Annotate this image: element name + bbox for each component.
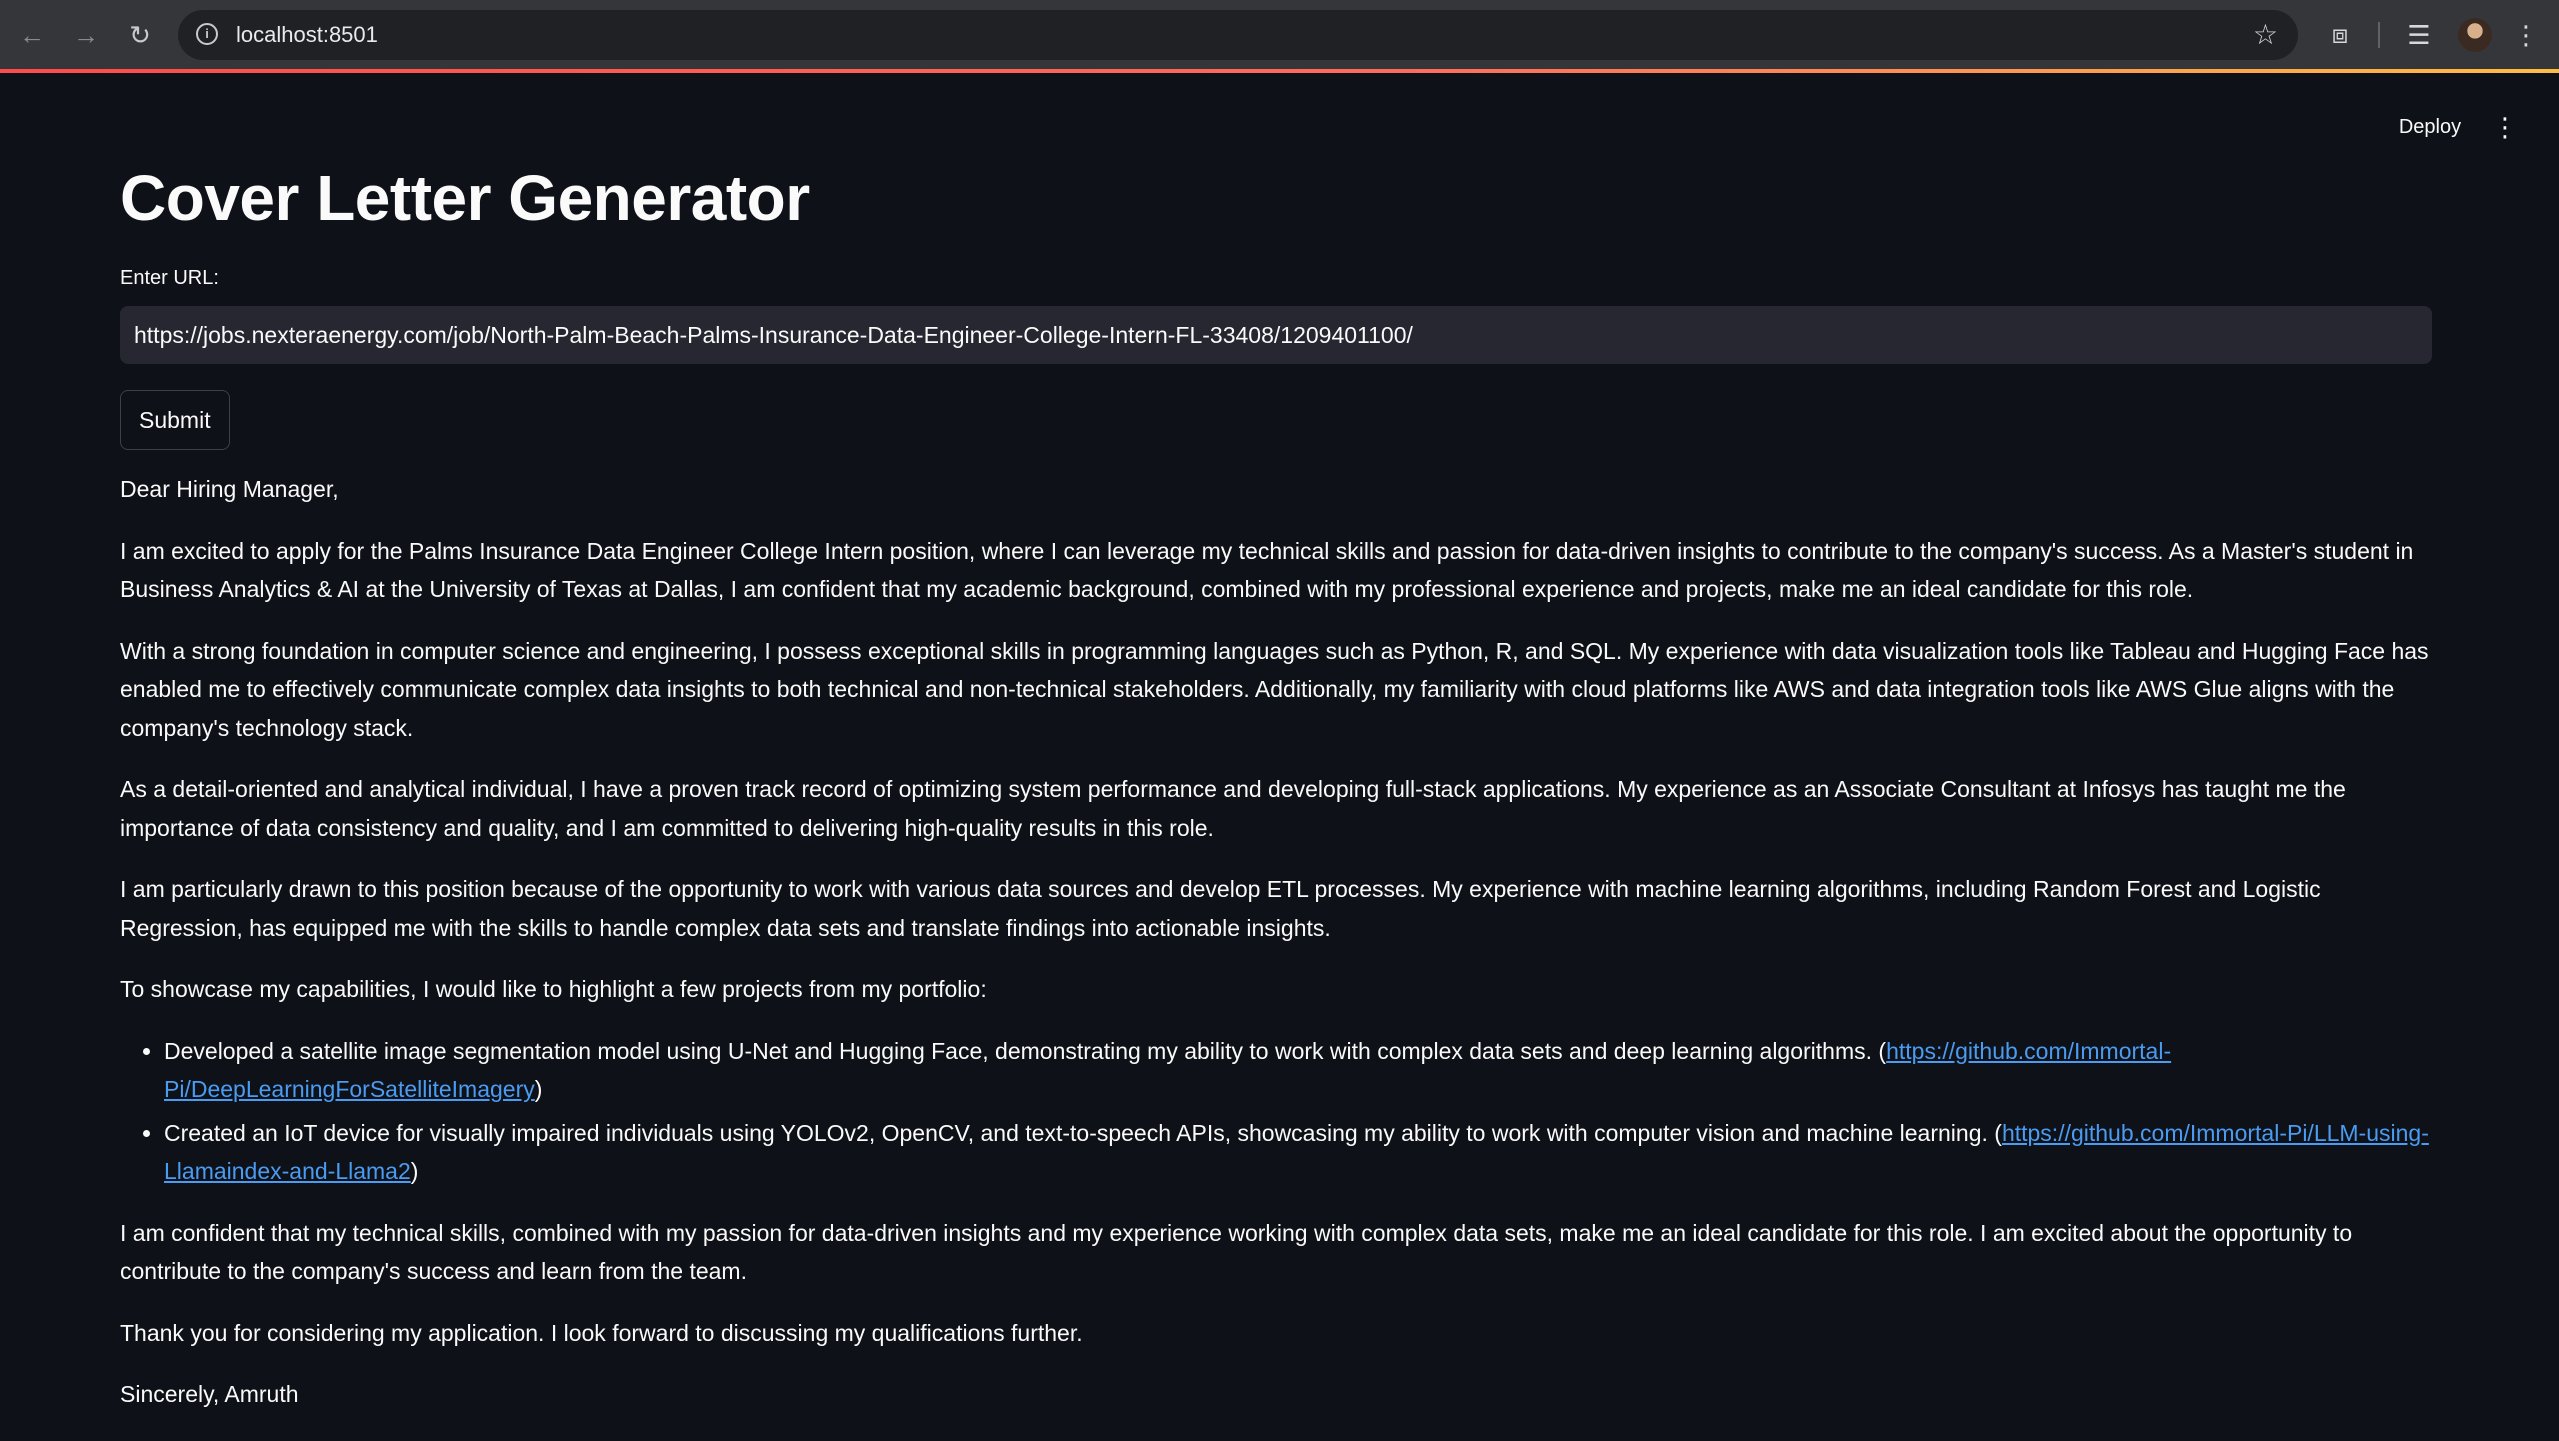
letter-paragraph-7: Thank you for considering my application… [120,1319,1083,1346]
list-item: Created an IoT device for visually impai… [164,1114,2432,1191]
letter-paragraph-5: To showcase my capabilities, I would lik… [120,976,987,1002]
media-control-icon[interactable]: ☰ [2399,15,2439,55]
letter-greeting: Dear Hiring Manager, [120,476,339,502]
letter-paragraph-3: As a detail-oriented and analytical indi… [120,776,2346,841]
project-paren: ) [534,1076,543,1102]
profile-avatar[interactable] [2458,18,2492,52]
reload-icon[interactable]: ↻ [120,15,160,55]
star-icon[interactable]: ☆ [2253,18,2278,51]
letter-paragraph-4: I am particularly drawn to this position… [120,876,2321,941]
deploy-button[interactable]: Deploy [2380,109,2480,145]
site-info-icon[interactable]: i [196,23,218,45]
letter-paragraph-6: I am confident that my technical skills,… [120,1219,2353,1285]
puzzle-icon[interactable]: ⧈ [2320,15,2360,55]
list-item: Developed a satellite image segmentation… [164,1032,2432,1109]
letter-paragraph-2: With a strong foundation in computer sci… [120,637,2429,741]
project-list: Developed a satellite image segmentation… [120,1032,2432,1191]
project-description: Developed a satellite image segmentation… [164,1037,1887,1064]
cover-letter: Dear Hiring Manager, I am excited to app… [120,470,2432,1414]
letter-signoff: Sincerely, Amruth [120,1381,299,1407]
letter-paragraph-1: I am excited to apply for the Palms Insu… [120,537,2414,603]
vertical-dots-icon[interactable]: ⋮ [2506,15,2546,55]
project-paren: ) [410,1158,419,1184]
app-menu-icon[interactable]: ⋮ [2487,109,2523,145]
toolbar-divider [2378,22,2380,48]
url-field-label: Enter URL: [120,267,219,289]
browser-toolbar: ← → ↻ i localhost:8501 ☆ ⧈ ☰ ⋮ [0,0,2559,69]
submit-button[interactable]: Submit [120,390,230,450]
forward-icon[interactable]: → [66,15,106,55]
app-accent-line [0,69,2559,73]
main-content: Cover Letter Generator Enter URL: Submit… [120,150,2432,1437]
page-title: Cover Letter Generator [120,162,810,234]
url-input[interactable] [120,306,2432,364]
back-icon[interactable]: ← [12,15,52,55]
address-bar-url[interactable]: localhost:8501 [236,22,378,48]
project-description: Created an IoT device for visually impai… [164,1119,2002,1146]
address-bar[interactable]: i localhost:8501 ☆ [178,10,2298,60]
